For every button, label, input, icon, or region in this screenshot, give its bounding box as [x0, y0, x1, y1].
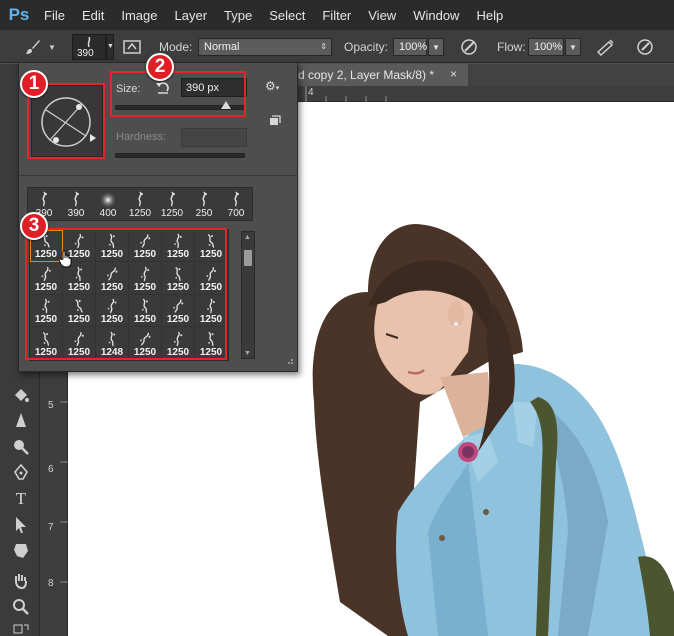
brush-size-readout: 390 [77, 48, 94, 59]
ruler-mark: 6 [48, 464, 54, 475]
mode-label: Mode: [159, 40, 193, 54]
pen-tool-icon[interactable] [10, 462, 32, 484]
menu-help[interactable]: Help [476, 8, 503, 23]
annotation-box-size [110, 71, 246, 117]
hardness-label: Hardness: [116, 131, 167, 143]
ruler-ticks [305, 86, 387, 102]
menu-type[interactable]: Type [224, 8, 252, 23]
paint-bucket-tool-icon[interactable] [10, 384, 32, 406]
menu-edit[interactable]: Edit [82, 8, 104, 23]
tab-bar-empty [468, 64, 674, 86]
annotation-box-presets [25, 228, 227, 360]
horizontal-ruler: 4 [298, 86, 674, 102]
shape-tool-icon[interactable] [10, 540, 32, 562]
menu-filter[interactable]: Filter [322, 8, 351, 23]
brush-preset-dropdown-arrow[interactable]: ▼ [106, 34, 114, 60]
presets-scrollbar[interactable]: ▲ ▼ [241, 231, 255, 359]
recent-brush-tips-row: 390 390 400 1250 1250 250 700 [27, 187, 253, 221]
divider [19, 175, 297, 176]
annotation-badge-3: 3 [20, 212, 48, 240]
blur-tool-icon[interactable] [10, 410, 32, 432]
flow-input[interactable]: 100% [528, 38, 564, 56]
mode-select[interactable]: Normal ⇕ [198, 38, 332, 56]
path-selection-tool-icon[interactable] [10, 514, 32, 536]
airbrush-icon[interactable] [594, 36, 616, 58]
scrollbar-thumb[interactable] [244, 250, 252, 266]
ruler-mark: 5 [48, 400, 54, 411]
zoom-tool-icon[interactable] [10, 596, 32, 618]
brush-stroke-icon [167, 191, 177, 210]
resize-grip-icon[interactable] [286, 356, 294, 368]
type-tool-icon[interactable]: T [10, 488, 32, 510]
document-tab-title: d copy 2, Layer Mask/8) * [298, 68, 435, 82]
ruler-mark: 8 [48, 578, 54, 589]
flow-label: Flow: [497, 40, 526, 54]
brush-stroke-icon [39, 191, 49, 210]
brush-stroke-icon [71, 191, 81, 210]
ruler-mark: 7 [48, 522, 54, 533]
menu-layer[interactable]: Layer [175, 8, 208, 23]
menu-bar: Ps File Edit Image Layer Type Select Fil… [0, 0, 674, 30]
annotation-badge-1: 1 [20, 70, 48, 98]
options-bar: ▼ 390 ▼ Mode: Normal ⇕ Opacity: 100% ▼ F… [0, 30, 674, 63]
menu-file[interactable]: File [44, 8, 65, 23]
opacity-label: Opacity: [344, 40, 389, 54]
dodge-tool-icon[interactable] [10, 436, 32, 458]
recent-brush-tip[interactable]: 390 [60, 188, 92, 220]
close-tab-icon[interactable]: × [450, 67, 457, 81]
recent-brush-tip[interactable]: 1250 [156, 188, 188, 220]
brush-stroke-icon [231, 191, 241, 210]
menu-select[interactable]: Select [269, 8, 305, 23]
menu-image[interactable]: Image [121, 8, 157, 23]
brush-tool-icon[interactable] [22, 37, 44, 57]
pressure-size-icon[interactable] [634, 36, 656, 58]
select-arrows-icon: ⇕ [320, 42, 327, 51]
hardness-slider [115, 153, 245, 158]
hardness-input [181, 128, 247, 147]
annotation-badge-2: 2 [146, 53, 174, 81]
brush-panel-toggle-icon[interactable] [122, 37, 142, 57]
photoshop-logo: Ps [8, 5, 30, 24]
recent-brush-tip[interactable]: 1250 [124, 188, 156, 220]
new-preset-icon[interactable] [269, 115, 281, 129]
pressure-opacity-icon[interactable] [458, 36, 480, 58]
scroll-down-arrow-icon[interactable]: ▼ [244, 350, 251, 357]
menu-view[interactable]: View [368, 8, 396, 23]
recent-brush-tip[interactable]: 250 [188, 188, 220, 220]
opacity-dropdown-arrow[interactable]: ▼ [428, 38, 444, 56]
brush-preset-picker-button[interactable]: 390 [72, 34, 106, 60]
swap-colors-icon[interactable] [10, 618, 32, 636]
menu-window[interactable]: Window [413, 8, 459, 23]
brush-stroke-icon [199, 191, 209, 210]
recent-brush-tip[interactable]: 400 [92, 188, 124, 220]
tool-preset-chevron-icon[interactable]: ▼ [48, 43, 56, 52]
settings-gear-icon[interactable]: ⚙▾ [265, 79, 279, 93]
soft-round-brush-icon [99, 191, 117, 212]
hand-tool-icon[interactable] [10, 570, 32, 592]
document-tab[interactable]: d copy 2, Layer Mask/8) * × [298, 64, 468, 86]
mode-value: Normal [204, 41, 240, 53]
opacity-input[interactable]: 100% [393, 38, 427, 56]
flow-dropdown-arrow[interactable]: ▼ [565, 38, 581, 56]
recent-brush-tip[interactable]: 700 [220, 188, 252, 220]
scroll-up-arrow-icon[interactable]: ▲ [244, 234, 251, 241]
brush-stroke-icon [135, 191, 145, 210]
